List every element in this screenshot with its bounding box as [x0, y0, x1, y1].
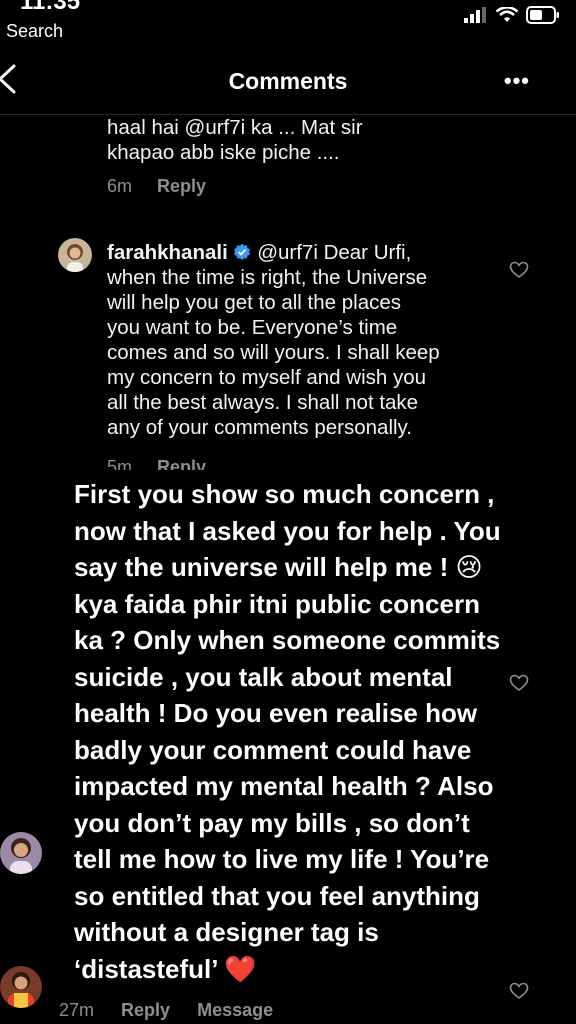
page-title: Comments — [228, 68, 348, 94]
overlay-line: now that I asked you for help . You — [74, 515, 501, 546]
comment-line: any of your comments personally. — [107, 416, 412, 439]
comment-first-line: farahkhanali @urf7i Dear Urfi, — [107, 240, 487, 265]
more-options-icon[interactable]: ••• — [504, 68, 530, 94]
comment-username[interactable]: farahkhanali — [107, 241, 228, 264]
comment-meta: 6m Reply — [107, 176, 206, 197]
comment-text: farahkhanali @urf7i Dear Urfi, when the … — [107, 240, 487, 440]
battery-icon — [526, 6, 559, 24]
comment-line: khapao abb iske piche .... — [107, 141, 340, 164]
overlay-line: kya faida phir itni public concern — [74, 588, 480, 619]
overlay-line: suicide , you talk about mental — [74, 661, 453, 692]
comment-time: 6m — [107, 176, 133, 196]
comment-time: 27m — [59, 1000, 95, 1020]
overlay-line: health ! Do you even realise how — [74, 698, 478, 728]
comment-line: all the best always. I shall not take — [107, 391, 419, 414]
avatar[interactable] — [0, 832, 42, 874]
avatar-image — [0, 832, 42, 874]
comment-line: @urf7i Dear Urfi, — [257, 241, 412, 264]
comment-line: you want to be. Everyone’s time — [107, 316, 398, 339]
overlay-line: ‘distasteful’ ❤️ — [74, 953, 257, 984]
comment-line: will help you get to all the places — [107, 291, 402, 314]
comment-line: comes and so will yours. I shall keep — [107, 341, 440, 364]
overlay-line: so entitled that you feel anything — [74, 880, 480, 911]
status-time: 11:35 — [20, 0, 81, 15]
like-heart-icon[interactable] — [509, 981, 529, 1001]
reply-button[interactable]: Reply — [121, 1000, 170, 1020]
status-icons — [464, 4, 560, 26]
avatar[interactable] — [58, 238, 92, 272]
overlay-line: say the universe will help me ! 😢 — [74, 552, 483, 582]
comment-line: when the time is right, the Universe — [107, 266, 428, 289]
avatar-image — [0, 966, 42, 1008]
wifi-icon — [496, 7, 518, 22]
comment-meta: 5m Reply — [107, 457, 206, 470]
reply-button[interactable]: Reply — [157, 176, 206, 196]
overlay-line: impacted my mental health ? Also — [74, 771, 494, 801]
overlay-line: ka ? Only when someone commits — [74, 625, 501, 655]
back-to-app-link[interactable]: Search — [6, 21, 63, 42]
avatar-image — [58, 238, 92, 272]
overlay-story-text: First you show so much concern , now tha… — [74, 476, 564, 987]
like-heart-icon[interactable] — [509, 260, 529, 280]
overlay-line: First you show so much concern , — [74, 479, 495, 509]
comment-time: 5m — [107, 457, 133, 470]
reply-button[interactable]: Reply — [157, 457, 206, 470]
overlay-line: you don’t pay my bills , so don’t — [74, 807, 470, 838]
comment-text: haal hai @urf7i ka ... Mat sir khapao ab… — [107, 115, 363, 165]
overlay-line: tell me how to live my life ! You’re — [74, 844, 490, 874]
comment-meta: 27m Reply Message — [59, 1000, 273, 1021]
message-button[interactable]: Message — [197, 1000, 273, 1020]
comment-line: my concern to myself and wish you — [107, 366, 427, 389]
like-heart-icon[interactable] — [509, 673, 529, 693]
comment-line: haal hai @urf7i ka ... Mat sir — [107, 116, 363, 139]
verified-badge-icon — [234, 243, 251, 260]
overlay-line: badly your comment could have — [74, 734, 472, 765]
signal-icon — [464, 7, 486, 23]
avatar[interactable] — [0, 966, 42, 1008]
overlay-line: without a designer tag is — [74, 917, 379, 947]
